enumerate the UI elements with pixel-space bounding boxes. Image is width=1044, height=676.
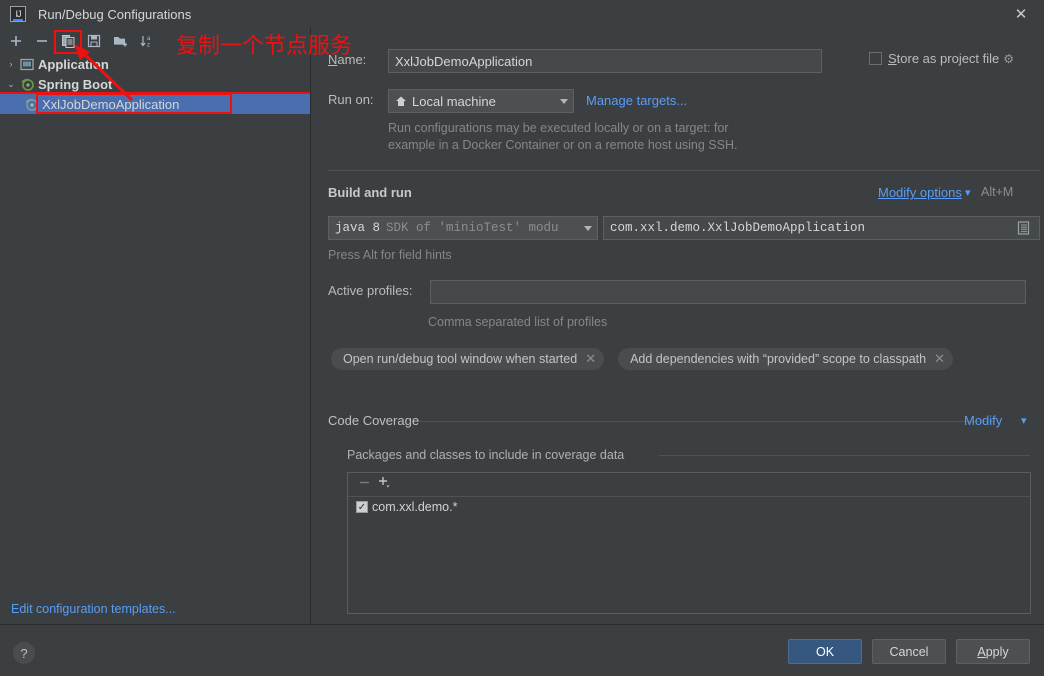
home-icon [395, 95, 407, 107]
name-input-value: XxlJobDemoApplication [395, 53, 533, 69]
application-icon [18, 58, 36, 71]
gear-icon[interactable]: ⚙ [1003, 52, 1014, 66]
run-on-label: Run on: [328, 92, 374, 107]
chevron-down-icon[interactable] [560, 98, 568, 104]
chevron-right-icon[interactable]: › [4, 59, 18, 69]
add-configuration-button[interactable] [4, 30, 28, 52]
tree-node-label: Spring Boot [38, 76, 113, 92]
close-icon[interactable]: ✕ [585, 351, 596, 367]
run-on-hint: Run configurations may be executed local… [388, 120, 948, 154]
annotation-line [0, 92, 310, 94]
configurations-tree: › Application ⌄ Spring Boot XxlJobDemoAp… [0, 54, 310, 596]
name-label: Name: [328, 52, 367, 67]
coverage-list-toolbar [348, 473, 1030, 497]
sort-alphabetically-button[interactable]: a z [134, 30, 158, 52]
chevron-down-icon[interactable] [584, 225, 592, 231]
svg-text:z: z [147, 43, 150, 49]
run-on-hint-line1: Run configurations may be executed local… [388, 121, 729, 135]
window-title: Run/Debug Configurations [38, 6, 192, 22]
chip-add-provided-dependencies[interactable]: Add dependencies with “provided” scope t… [618, 348, 954, 370]
main-class-value: com.xxl.demo.XxlJobDemoApplication [610, 221, 866, 235]
chip-label: Add dependencies with “provided” scope t… [630, 352, 927, 366]
chip-open-run-debug-tool-window[interactable]: Open run/debug tool window when started … [331, 348, 605, 370]
build-and-run-title: Build and run [328, 185, 412, 200]
new-folder-button[interactable] [108, 30, 132, 52]
active-profiles-hint: Comma separated list of profiles [428, 315, 608, 329]
chip-label: Open run/debug tool window when started [343, 352, 578, 366]
store-as-project-file-label: Store as project file [888, 51, 1000, 66]
tree-node-application[interactable]: › Application [0, 54, 310, 74]
chevron-down-icon[interactable]: ⌄ [4, 79, 18, 90]
configuration-form: Name: XxlJobDemoApplication Store as pro… [311, 28, 1044, 624]
store-as-project-file-checkbox[interactable] [869, 52, 882, 65]
coverage-item-checkbox[interactable]: ✓ [356, 501, 368, 513]
svg-text:a: a [147, 36, 151, 42]
cancel-button[interactable]: Cancel [872, 639, 946, 664]
dialog-button-bar: ? OK Cancel Apply [0, 625, 1044, 676]
run-on-hint-line2: example in a Docker Container or on a re… [388, 138, 738, 152]
spring-boot-icon [18, 78, 36, 91]
active-profiles-row: Active profiles: [328, 283, 413, 298]
store-as-project-file-row[interactable]: Store as project file ⚙ [869, 51, 1014, 66]
chevron-down-icon[interactable]: ▾ [965, 186, 971, 199]
chevron-down-icon[interactable]: ▾ [1021, 414, 1027, 427]
coverage-add-button[interactable] [377, 475, 392, 494]
browse-list-icon[interactable] [1013, 218, 1033, 238]
name-row: Name: [328, 52, 366, 67]
code-coverage-modify-link[interactable]: Modify [964, 413, 1002, 428]
tree-node-label: Application [38, 56, 109, 72]
intellij-idea-icon: IJ [10, 6, 26, 22]
manage-targets-link[interactable]: Manage targets... [586, 93, 687, 108]
remove-configuration-button[interactable] [30, 30, 54, 52]
save-configuration-button[interactable] [82, 30, 106, 52]
tree-node-xxljobdemoapplication[interactable]: XxlJobDemoApplication [0, 94, 310, 114]
coverage-group-separator [659, 455, 1030, 456]
tree-node-label: XxlJobDemoApplication [42, 96, 180, 112]
run-on-row: Run on: [328, 92, 374, 107]
active-profiles-input[interactable] [430, 280, 1026, 304]
code-coverage-title: Code Coverage [328, 413, 420, 428]
code-coverage-separator [417, 421, 995, 422]
jdk-dropdown[interactable]: java 8 SDK of 'minioTest' modu [328, 216, 598, 240]
run-debug-configurations-dialog: IJ Run/Debug Configurations ✕ a z › Appl… [0, 0, 1044, 676]
configurations-toolbar: a z [0, 28, 310, 54]
name-input[interactable]: XxlJobDemoApplication [388, 49, 822, 73]
help-button[interactable]: ? [13, 642, 35, 664]
close-icon[interactable]: ✕ [998, 0, 1044, 28]
main-class-input[interactable]: com.xxl.demo.XxlJobDemoApplication [603, 216, 1040, 240]
edit-configuration-templates-link[interactable]: Edit configuration templates... [11, 602, 176, 616]
field-hint: Press Alt for field hints [328, 248, 452, 262]
title-bar: IJ Run/Debug Configurations ✕ [0, 0, 1044, 28]
apply-button[interactable]: Apply [956, 639, 1030, 664]
jdk-value: java 8 [335, 221, 381, 235]
coverage-group-label: Packages and classes to include in cover… [347, 448, 625, 462]
run-on-value: Local machine [412, 93, 496, 109]
active-profiles-label: Active profiles: [328, 283, 413, 298]
coverage-item-label: com.xxl.demo.* [372, 500, 458, 514]
ok-button[interactable]: OK [788, 639, 862, 664]
coverage-remove-button[interactable] [358, 476, 371, 494]
close-icon[interactable]: ✕ [934, 351, 945, 367]
coverage-list-box: ✓ com.xxl.demo.* [347, 472, 1031, 614]
run-on-dropdown[interactable]: Local machine [388, 89, 574, 113]
copy-configuration-button[interactable] [56, 30, 80, 52]
modify-options-link[interactable]: Modify options [878, 185, 962, 200]
modify-options-shortcut: Alt+M [981, 185, 1014, 199]
option-chips: Open run/debug tool window when started … [331, 348, 954, 370]
spring-boot-icon [22, 98, 40, 111]
tree-node-spring-boot[interactable]: ⌄ Spring Boot [0, 74, 310, 94]
build-and-run-separator [328, 170, 1040, 171]
jdk-value-detail: SDK of 'minioTest' modu [386, 221, 559, 235]
coverage-list-item[interactable]: ✓ com.xxl.demo.* [348, 497, 1030, 517]
